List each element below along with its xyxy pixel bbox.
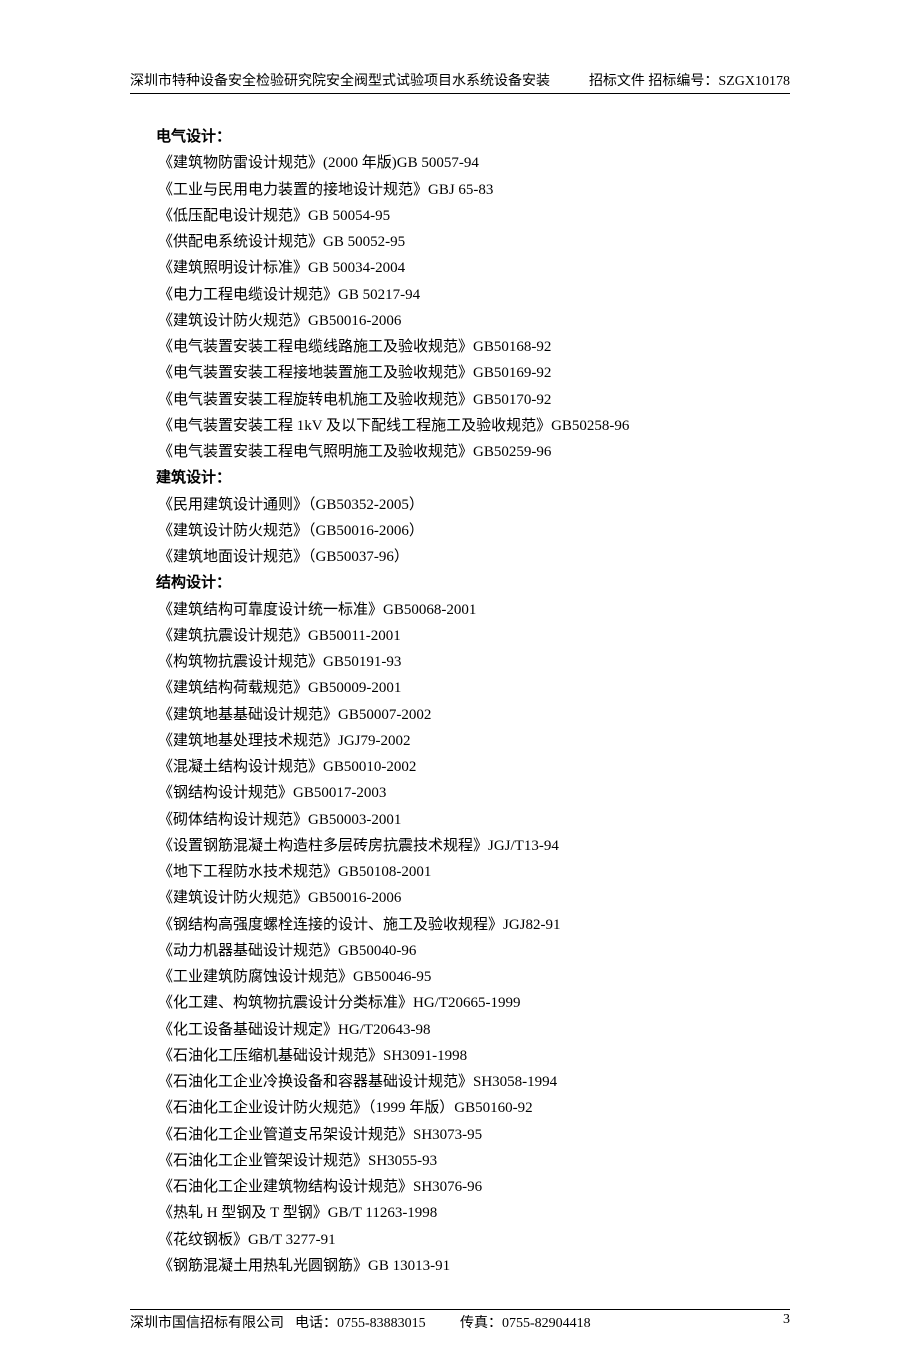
spec-item: 《砌体结构设计规范》GB50003-2001 <box>158 807 790 833</box>
spec-item: 《建筑地基处理技术规范》JGJ79-2002 <box>158 728 790 754</box>
header-right: 招标文件 招标编号：SZGX10178 <box>589 70 790 90</box>
header-left: 深圳市特种设备安全检验研究院安全阀型式试验项目水系统设备安装 <box>130 70 550 90</box>
content-body: 电气设计： 《建筑物防雷设计规范》(2000 年版)GB 50057-94 《工… <box>130 124 790 1279</box>
spec-item: 《电气装置安装工程电缆线路施工及验收规范》GB50168-92 <box>158 334 790 360</box>
spec-item: 《建筑地面设计规范》（GB50037-96） <box>158 544 790 570</box>
footer-fax: 传真：0755-82904418 <box>460 1312 625 1332</box>
spec-item: 《石油化工压缩机基础设计规范》SH3091-1998 <box>158 1043 790 1069</box>
spec-item: 《钢筋混凝土用热轧光圆钢筋》GB 13013-91 <box>158 1253 790 1279</box>
footer-phone: 电话：0755-83883015 <box>295 1312 460 1332</box>
spec-item: 《建筑地基基础设计规范》GB50007-2002 <box>158 702 790 728</box>
spec-item: 《工业建筑防腐蚀设计规范》GB50046-95 <box>158 964 790 990</box>
spec-item: 《电力工程电缆设计规范》GB 50217-94 <box>158 282 790 308</box>
spec-item: 《电气装置安装工程接地装置施工及验收规范》GB50169-92 <box>158 360 790 386</box>
spec-item: 《建筑物防雷设计规范》(2000 年版)GB 50057-94 <box>158 150 790 176</box>
spec-item: 《电气装置安装工程 1kV 及以下配线工程施工及验收规范》GB50258-96 <box>158 413 790 439</box>
spec-item: 《建筑设计防火规范》GB50016-2006 <box>158 308 790 334</box>
spec-item: 《民用建筑设计通则》（GB50352-2005） <box>158 492 790 518</box>
spec-item: 《石油化工企业建筑物结构设计规范》SH3076-96 <box>158 1174 790 1200</box>
spec-item: 《建筑结构荷载规范》GB50009-2001 <box>158 675 790 701</box>
spec-item: 《钢结构设计规范》GB50017-2003 <box>158 780 790 806</box>
footer-page-number: 3 <box>625 1312 790 1332</box>
spec-item: 《建筑结构可靠度设计统一标准》GB50068-2001 <box>158 597 790 623</box>
spec-item: 《构筑物抗震设计规范》GB50191-93 <box>158 649 790 675</box>
spec-item: 《电气装置安装工程旋转电机施工及验收规范》GB50170-92 <box>158 387 790 413</box>
spec-item: 《建筑抗震设计规范》GB50011-2001 <box>158 623 790 649</box>
spec-item: 《石油化工企业管道支吊架设计规范》SH3073-95 <box>158 1122 790 1148</box>
spec-item: 《混凝土结构设计规范》GB50010-2002 <box>158 754 790 780</box>
section-title-structure: 结构设计： <box>156 570 790 596</box>
spec-item: 《低压配电设计规范》GB 50054-95 <box>158 203 790 229</box>
spec-item: 《地下工程防水技术规范》GB50108-2001 <box>158 859 790 885</box>
spec-item: 《花纹钢板》GB/T 3277-91 <box>158 1227 790 1253</box>
page-footer: 深圳市国信招标有限公司 电话：0755-83883015 传真：0755-829… <box>130 1309 790 1332</box>
spec-item: 《化工设备基础设计规定》HG/T20643-98 <box>158 1017 790 1043</box>
spec-item: 《钢结构高强度螺栓连接的设计、施工及验收规程》JGJ82-91 <box>158 912 790 938</box>
spec-item: 《建筑设计防火规范》GB50016-2006 <box>158 885 790 911</box>
spec-item: 《工业与民用电力装置的接地设计规范》GBJ 65-83 <box>158 177 790 203</box>
section-title-architecture: 建筑设计： <box>156 465 790 491</box>
footer-company: 深圳市国信招标有限公司 <box>130 1312 295 1332</box>
spec-item: 《化工建、构筑物抗震设计分类标准》HG/T20665-1999 <box>158 990 790 1016</box>
spec-item: 《动力机器基础设计规范》GB50040-96 <box>158 938 790 964</box>
spec-item: 《电气装置安装工程电气照明施工及验收规范》GB50259-96 <box>158 439 790 465</box>
page-header: 深圳市特种设备安全检验研究院安全阀型式试验项目水系统设备安装 招标文件 招标编号… <box>130 70 790 94</box>
spec-item: 《石油化工企业管架设计规范》SH3055-93 <box>158 1148 790 1174</box>
spec-item: 《石油化工企业冷换设备和容器基础设计规范》SH3058-1994 <box>158 1069 790 1095</box>
spec-item: 《石油化工企业设计防火规范》（1999 年版）GB50160-92 <box>158 1095 790 1121</box>
section-title-electrical: 电气设计： <box>156 124 790 150</box>
spec-item: 《供配电系统设计规范》GB 50052-95 <box>158 229 790 255</box>
spec-item: 《建筑设计防火规范》（GB50016-2006） <box>158 518 790 544</box>
spec-item: 《设置钢筋混凝土构造柱多层砖房抗震技术规程》JGJ/T13-94 <box>158 833 790 859</box>
document-page: 深圳市特种设备安全检验研究院安全阀型式试验项目水系统设备安装 招标文件 招标编号… <box>0 0 920 1372</box>
spec-item: 《建筑照明设计标准》GB 50034-2004 <box>158 255 790 281</box>
spec-item: 《热轧 H 型钢及 T 型钢》GB/T 11263-1998 <box>158 1200 790 1226</box>
